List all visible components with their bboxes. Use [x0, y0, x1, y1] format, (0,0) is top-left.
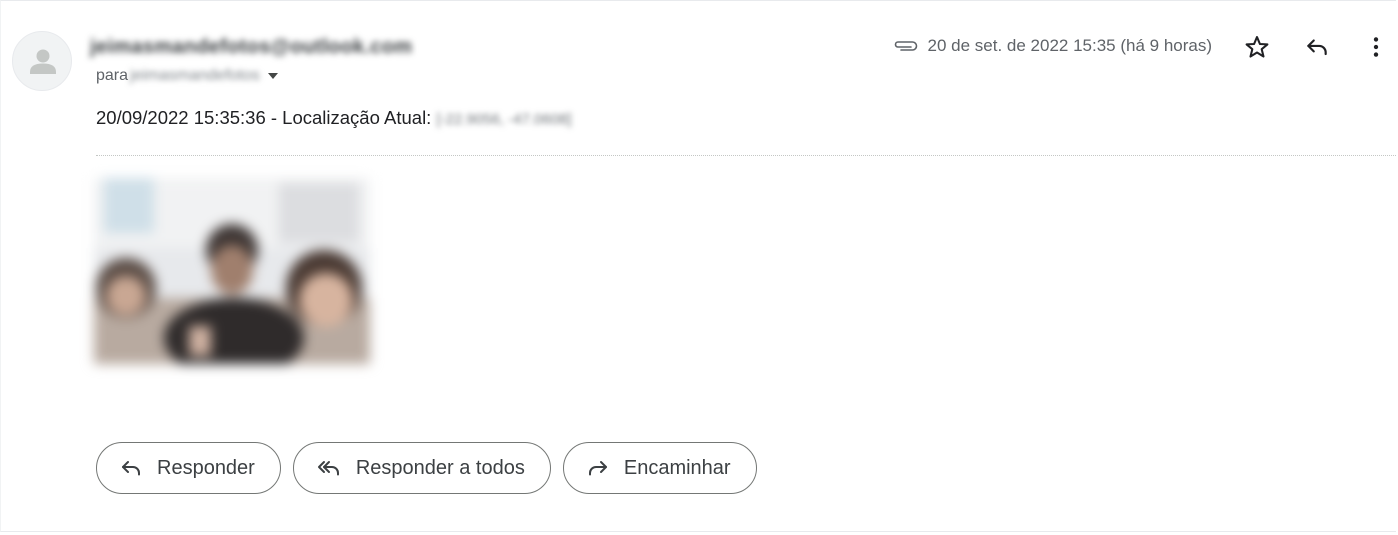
more-options-button[interactable] — [1356, 27, 1396, 67]
message-date: 20 de set. de 2022 15:35 (há 9 horas) — [927, 36, 1212, 55]
star-button[interactable] — [1237, 27, 1277, 67]
message-actions: Responder Responder a todos Encaminhar — [96, 442, 769, 494]
reply-button[interactable]: Responder — [96, 442, 281, 494]
forward-button[interactable]: Encaminhar — [562, 442, 757, 494]
sender-avatar[interactable] — [12, 31, 72, 91]
reply-icon — [1307, 39, 1327, 56]
location-coordinates: [-22.9056, -47.0608] — [436, 111, 572, 128]
reply-all-button[interactable]: Responder a todos — [292, 442, 551, 494]
body-text: 20/09/2022 15:35:36 - Localização Atual: — [96, 107, 437, 128]
content-divider — [96, 155, 1396, 156]
to-prefix: para — [96, 67, 129, 84]
message-meta: 20 de set. de 2022 15:35 (há 9 horas) — [892, 34, 1212, 58]
person-icon — [30, 49, 56, 74]
recipient-name: jeimasmandefotos — [130, 67, 260, 84]
sender-email[interactable]: jeimasmandefotos@outlook.com — [90, 36, 412, 59]
forward-icon — [586, 456, 610, 480]
reply-all-icon — [316, 456, 342, 480]
recipients-line: para jeimasmandefotos — [96, 67, 278, 85]
forward-button-label: Encaminhar — [623, 456, 731, 479]
reply-button-label: Responder — [157, 456, 255, 479]
message-body: 20/09/2022 15:35:36 - Localização Atual:… — [96, 107, 572, 129]
attached-photo-thumbnail[interactable] — [94, 178, 370, 378]
star-icon — [1245, 36, 1269, 58]
paperclip-icon — [892, 39, 918, 53]
reply-icon-button[interactable] — [1297, 27, 1337, 67]
more-vert-icon — [1373, 37, 1379, 57]
show-details-chevron-icon[interactable] — [267, 73, 278, 79]
reply-all-button-label: Responder a todos — [355, 456, 525, 479]
reply-icon — [119, 456, 143, 480]
